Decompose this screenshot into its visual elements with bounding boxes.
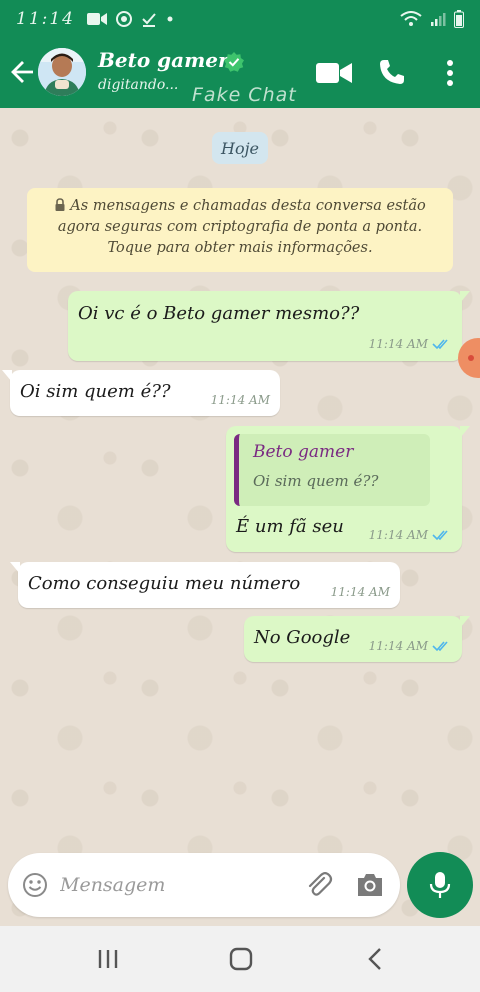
bubble-tail (460, 616, 470, 628)
message-text: Oi sim quem é?? (20, 381, 171, 402)
contact-name[interactable]: Beto gamer (98, 48, 229, 72)
more-vert-icon[interactable] (440, 58, 460, 88)
video-camera-icon (87, 13, 107, 25)
status-notification-icons (87, 11, 174, 27)
home-icon[interactable] (229, 947, 253, 971)
message-bubble-outgoing-reply[interactable]: Beto gamer Oi sim quem é?? É um fã seu 1… (226, 426, 470, 552)
bubble-tail (10, 562, 20, 574)
message-bubble-incoming[interactable]: Como conseguiu meu número 11:14 AM (10, 562, 400, 608)
recent-apps-icon[interactable] (96, 948, 120, 970)
back-arrow-icon[interactable] (10, 59, 36, 85)
bubble-tail (2, 370, 12, 382)
message-text: É um fã seu (236, 516, 344, 537)
dot-icon (167, 16, 173, 22)
message-bubble-incoming[interactable]: Oi sim quem é?? 11:14 AM (2, 370, 280, 416)
avatar-picture (38, 48, 86, 96)
message-text: Como conseguiu meu número (28, 573, 301, 594)
check-icon (142, 13, 156, 27)
encryption-notice[interactable]: As mensagens e chamadas desta conversa e… (27, 188, 453, 272)
double-check-icon (432, 530, 448, 541)
quoted-author: Beto gamer (253, 442, 354, 462)
chat-area[interactable]: Hoje As mensagens e chamadas desta conve… (0, 108, 480, 926)
chrome-icon (116, 11, 132, 27)
status-bar: 11:14 (0, 0, 480, 38)
message-text: Oi vc é o Beto gamer mesmo?? (78, 303, 360, 324)
date-chip: Hoje (212, 132, 268, 164)
nav-back-icon[interactable] (366, 947, 384, 971)
message-composer (8, 853, 400, 917)
chat-header: Beto gamer digitando... Fake Chat (0, 38, 480, 108)
message-input[interactable] (60, 867, 290, 903)
message-time: 11:14 AM (210, 393, 270, 407)
quoted-message[interactable]: Beto gamer Oi sim quem é?? (234, 434, 430, 506)
message-time: 11:14 AM (368, 528, 428, 542)
bubble-tail (460, 291, 470, 303)
avatar[interactable] (38, 48, 86, 96)
camera-icon[interactable] (356, 872, 384, 898)
quoted-text: Oi sim quem é?? (253, 472, 379, 490)
message-time: 11:14 AM (330, 585, 390, 599)
video-call-icon[interactable] (316, 60, 352, 86)
encryption-text: As mensagens e chamadas desta conversa e… (57, 198, 426, 256)
double-check-icon (432, 339, 448, 350)
status-time: 11:14 (16, 9, 75, 29)
message-bubble-outgoing[interactable]: Oi vc é o Beto gamer mesmo?? 11:14 AM (68, 291, 470, 361)
message-meta: 11:14 AM (331, 585, 390, 599)
signal-icon (431, 13, 446, 26)
contact-status: digitando... (98, 77, 179, 93)
message-meta: 11:14 AM (369, 337, 452, 351)
lock-icon (55, 198, 65, 211)
message-meta: 11:14 AM (211, 393, 270, 407)
mic-button[interactable] (407, 852, 473, 918)
message-time: 11:14 AM (368, 639, 428, 653)
status-system-icons (400, 10, 464, 28)
verified-icon (224, 52, 244, 72)
paperclip-icon[interactable] (304, 870, 334, 900)
wifi-icon (400, 11, 422, 26)
message-time: 11:14 AM (368, 337, 428, 351)
app-watermark: Fake Chat (192, 84, 297, 106)
system-nav-bar (0, 926, 480, 992)
message-text: No Google (254, 627, 351, 648)
message-bubble-outgoing[interactable]: No Google 11:14 AM (244, 616, 470, 662)
phone-icon[interactable] (378, 58, 406, 86)
double-check-icon (432, 641, 448, 652)
message-meta: 11:14 AM (369, 528, 452, 542)
bubble-tail (460, 426, 470, 438)
mic-icon (429, 872, 451, 898)
battery-icon (454, 10, 464, 28)
emoji-icon[interactable] (22, 872, 48, 898)
message-meta: 11:14 AM (369, 639, 452, 653)
